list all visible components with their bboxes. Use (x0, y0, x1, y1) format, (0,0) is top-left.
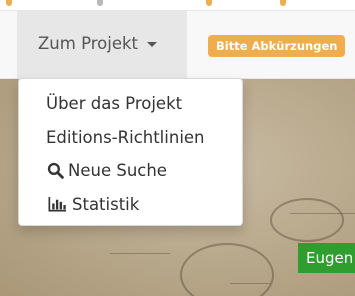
tab-indicator-icon (97, 0, 103, 6)
navbar: Zum Projekt Bitte Abkürzungen (0, 10, 355, 79)
tab-indicator-icon (6, 0, 12, 6)
menu-item-editions-richtlinien[interactable]: Editions-Richtlinien (19, 121, 242, 155)
zum-projekt-dropdown-menu: Über das Projekt Editions-Richtlinien Ne… (18, 78, 243, 226)
name-highlight-label[interactable]: Eugen (298, 243, 355, 273)
tab-indicator-icon (206, 0, 212, 6)
menu-item-statistik[interactable]: Statistik (19, 188, 242, 222)
menu-item-label: Über das Projekt (46, 94, 183, 113)
abbreviations-notice-badge[interactable]: Bitte Abkürzungen (208, 35, 346, 57)
zum-projekt-dropdown-toggle[interactable]: Zum Projekt (17, 10, 187, 78)
caret-down-icon (147, 42, 158, 47)
menu-item-neue-suche[interactable]: Neue Suche (19, 154, 242, 188)
menu-item-label: Neue Suche (68, 161, 167, 180)
bar-chart-icon (48, 196, 67, 212)
top-strip (0, 0, 355, 11)
menu-item-label: Statistik (72, 194, 140, 214)
toggle-label: Zum Projekt (38, 34, 139, 53)
search-icon (47, 162, 64, 179)
menu-item-label: Editions-Richtlinien (46, 127, 205, 147)
menu-item-ueber-das-projekt[interactable]: Über das Projekt (19, 87, 242, 121)
tab-indicator-icon (280, 0, 286, 6)
